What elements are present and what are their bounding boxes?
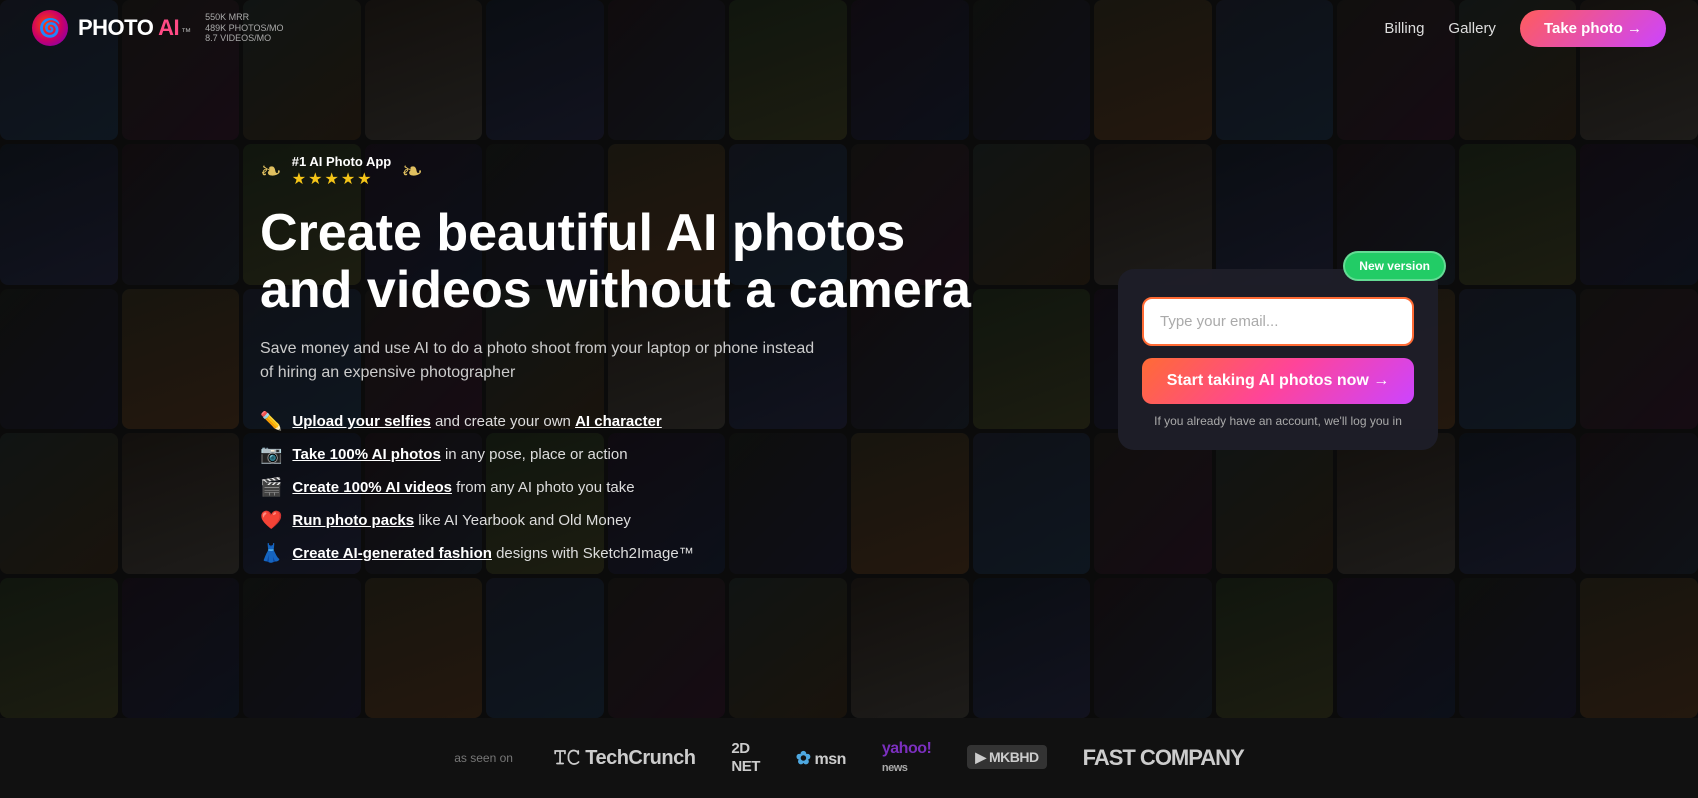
billing-link[interactable]: Billing <box>1384 20 1424 37</box>
feature-photos: 📷 Take 100% AI photos in any pose, place… <box>260 444 1038 465</box>
press-logos: 𝚃𝙲 TechCrunch 2DNET ✿ msn yahoo!news ▶ M… <box>553 740 1244 776</box>
feature-videos: 🎬 Create 100% AI videos from any AI phot… <box>260 477 1038 498</box>
feature-fashion: 👗 Create AI-generated fashion designs wi… <box>260 543 1038 564</box>
create-videos-link[interactable]: Create 100% AI videos <box>292 479 452 496</box>
email-input[interactable] <box>1142 297 1414 346</box>
logo-tm: ™ <box>181 27 191 38</box>
yahoo-logo: yahoo!news <box>882 740 931 776</box>
nav-right: Billing Gallery Take photo → <box>1384 10 1666 47</box>
mkbhd-logo: ▶ MKBHD <box>967 749 1046 767</box>
gallery-link[interactable]: Gallery <box>1448 20 1496 37</box>
shirt-icon: 👗 <box>260 543 282 564</box>
login-note: If you already have an account, we'll lo… <box>1142 414 1414 428</box>
video-icon: 🎬 <box>260 477 282 498</box>
take-photo-button[interactable]: Take photo → <box>1520 10 1666 47</box>
fastcompany-logo: FAST COMPANY <box>1083 745 1244 771</box>
new-version-badge: New version <box>1343 251 1446 281</box>
feature-list: ✏️ Upload your selfies and create your o… <box>260 411 1038 564</box>
hero-headline: Create beautiful AI photosand videos wit… <box>260 205 1038 319</box>
feature-selfies: ✏️ Upload your selfies and create your o… <box>260 411 1038 432</box>
ai-character-link[interactable]: AI character <box>575 413 662 430</box>
start-button[interactable]: Start taking AI photos now → <box>1142 358 1414 404</box>
hero-left: ❧ #1 AI Photo App ★★★★★ ❧ Create beautif… <box>260 154 1038 564</box>
logo-icon: 🌀 <box>32 10 68 46</box>
award-badge: ❧ #1 AI Photo App ★★★★★ ❧ <box>260 154 1038 189</box>
fashion-link[interactable]: Create AI-generated fashion <box>292 545 492 562</box>
msn-logo: ✿ msn <box>796 748 846 769</box>
heart-icon: ❤️ <box>260 510 282 531</box>
footer-bar: as seen on 𝚃𝙲 TechCrunch 2DNET ✿ msn yah… <box>0 718 1698 798</box>
run-packs-link[interactable]: Run photo packs <box>292 512 414 529</box>
logo-text: PHOTO AI <box>78 15 179 41</box>
logo-badge: 550K MRR 489K PHOTOS/MO 8.7 VIDEOS/MO <box>205 12 283 44</box>
hero-content: ❧ #1 AI Photo App ★★★★★ ❧ Create beautif… <box>0 0 1698 718</box>
laurel-left: ❧ <box>260 156 282 187</box>
hero-subtext: Save money and use AI to do a photo shoo… <box>260 337 820 385</box>
feature-packs: ❤️ Run photo packs like AI Yearbook and … <box>260 510 1038 531</box>
pencil-icon: ✏️ <box>260 411 282 432</box>
nav-logo: 🌀 PHOTO AI ™ 550K MRR 489K PHOTOS/MO 8.7… <box>32 10 283 46</box>
laurel-right: ❧ <box>401 156 423 187</box>
2dnet-logo: 2DNET <box>731 740 760 776</box>
upload-selfies-link[interactable]: Upload your selfies <box>292 413 430 430</box>
as-seen-label: as seen on <box>454 751 513 765</box>
techcrunch-logo: 𝚃𝙲 TechCrunch <box>553 747 695 770</box>
signup-card: New version Start taking AI photos now →… <box>1118 269 1438 450</box>
camera-icon: 📷 <box>260 444 282 465</box>
award-text: #1 AI Photo App ★★★★★ <box>292 154 391 189</box>
take-photos-link[interactable]: Take 100% AI photos <box>292 446 440 463</box>
navbar: 🌀 PHOTO AI ™ 550K MRR 489K PHOTOS/MO 8.7… <box>0 0 1698 56</box>
